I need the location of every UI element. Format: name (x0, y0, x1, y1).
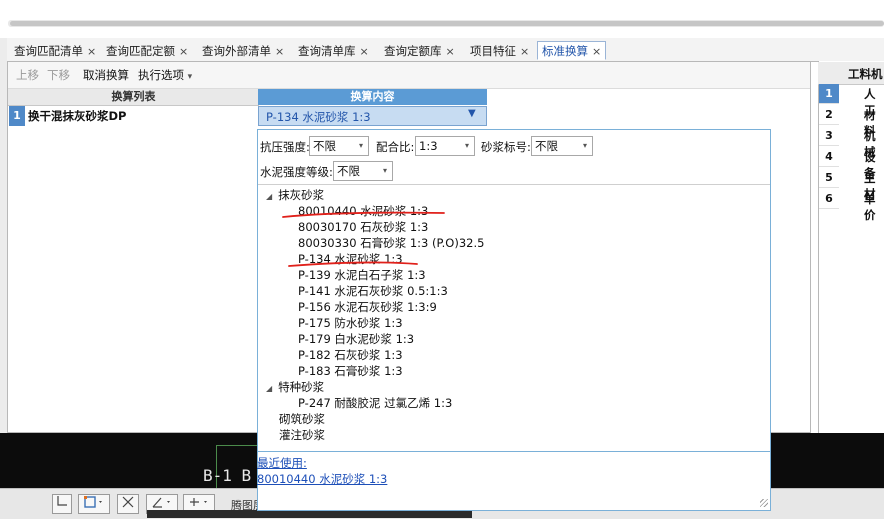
chevron-down-icon: ▾ (187, 72, 193, 82)
right-panel-title: 工料机 (848, 67, 883, 81)
left-margin (0, 38, 7, 478)
cement-grade-label: 水泥强度等级: (260, 165, 333, 179)
tab-standard-conversion[interactable]: 标准换算 × (537, 41, 607, 60)
tree-item[interactable]: P-139 水泥白石子浆 1:3 (298, 268, 426, 283)
tab-project-features[interactable]: 项目特征 × (465, 41, 534, 60)
top-scrollbar-thumb[interactable] (10, 21, 884, 26)
resize-grip-icon[interactable] (760, 499, 768, 507)
chevron-down-icon: ▾ (382, 166, 387, 175)
red-underline-annotation (282, 211, 445, 218)
tree-item[interactable]: P-247 耐酸胶泥 过氯乙烯 1:3 (298, 396, 452, 411)
tab-bar: 查询匹配清单 × 查询匹配定额 × 查询外部清单 × 查询清单库 × 查询定额库 × 项目… (7, 38, 884, 62)
close-icon[interactable]: × (179, 45, 188, 58)
right-row-number[interactable]: 6 (819, 189, 839, 209)
combobox-value: P-134 水泥砂浆 1:3 (266, 110, 371, 124)
mortar-grade-label: 砂浆标号: (481, 140, 531, 154)
chevron-down-icon: ▾ (582, 141, 587, 150)
strength-label: 抗压强度: (260, 140, 310, 154)
dimension-icon (190, 498, 207, 506)
mortar-tree: ◢ 抹灰砂浆 80010440 水泥砂浆 1:3 80030170 石灰砂浆 1:… (258, 185, 770, 452)
bottom-dark-strip (147, 510, 472, 518)
tab-query-external-list[interactable]: 查询外部清单 × (197, 41, 289, 60)
tree-item[interactable]: P-183 石膏砂浆 1:3 (298, 364, 403, 379)
tree-group-masonry-mortar[interactable]: 砌筑砂浆 (279, 412, 325, 427)
orthogonal-icon-svg (57, 496, 67, 506)
collapse-icon[interactable]: ◢ (266, 192, 272, 201)
right-row-number[interactable]: 2 (819, 105, 839, 125)
conversion-item-name[interactable]: 换干混抹灰砂浆DP (28, 106, 256, 126)
top-panel (0, 0, 884, 38)
collapse-icon[interactable]: ◢ (266, 384, 272, 393)
row-number[interactable]: 1 (9, 106, 25, 126)
filter-area: 抗压强度: 不限 ▾ 配合比: 1:3 ▾ 砂浆标号: 不限 ▾ 水泥强度等级: 不限… (258, 130, 770, 185)
dropdown-arrow-icon[interactable]: ▼ (468, 108, 476, 119)
tree-group-grouting-mortar[interactable]: 灌注砂浆 (279, 428, 325, 443)
strength-select[interactable]: 不限 ▾ (309, 136, 369, 156)
column-header-conversion-content: 换算内容 (258, 89, 487, 105)
cancel-conversion-button[interactable]: 取消换算 (83, 67, 129, 83)
recent-used-label: 最近使用: (257, 456, 307, 470)
recent-used-link[interactable]: 80010440 水泥砂浆 1:3 (257, 471, 387, 487)
right-row-number[interactable]: 3 (819, 126, 839, 146)
tree-item[interactable]: P-141 水泥石灰砂浆 0.5:1:3 (298, 284, 448, 299)
close-icon[interactable]: × (446, 45, 455, 58)
ratio-label: 配合比: (376, 140, 415, 154)
tab-query-match-list[interactable]: 查询匹配清单 × (9, 41, 101, 60)
tree-item[interactable]: P-156 水泥石灰砂浆 1:3:9 (298, 300, 437, 315)
tree-group-special-mortar[interactable]: ◢ 特种砂浆 (266, 380, 324, 396)
column-header-conversion-list: 换算列表 (8, 89, 259, 106)
chevron-down-icon: ▾ (464, 141, 469, 150)
red-underline-annotation (288, 261, 418, 267)
snap-box-icon (84, 496, 102, 508)
close-icon[interactable]: × (87, 45, 96, 58)
cross-icon[interactable] (117, 494, 139, 514)
exec-options-button[interactable]: 执行选项 ▾ (138, 67, 192, 83)
mortar-grade-select[interactable]: 不限 ▾ (531, 136, 593, 156)
right-row-number[interactable]: 5 (819, 168, 839, 188)
move-down-button[interactable]: 下移 (47, 67, 70, 83)
cement-grade-select[interactable]: 不限 ▾ (333, 161, 393, 181)
tree-item[interactable]: P-175 防水砂浆 1:3 (298, 316, 403, 331)
tree-item[interactable]: 80030330 石膏砂浆 1:3 (P.O)32.5 (298, 236, 484, 251)
snap-box-button[interactable] (78, 494, 110, 514)
cross-icon-svg (122, 496, 134, 508)
tree-item[interactable]: P-179 白水泥砂浆 1:3 (298, 332, 414, 347)
conversion-toolbar: 上移 下移 取消换算 执行选项 ▾ (8, 62, 810, 89)
close-icon[interactable]: × (360, 45, 369, 58)
tab-query-match-quota[interactable]: 查询匹配定额 × (101, 41, 193, 60)
right-row-number[interactable]: 4 (819, 147, 839, 167)
chevron-down-icon: ▾ (358, 141, 363, 150)
right-row-number[interactable]: 1 (819, 84, 839, 104)
tab-query-list-library[interactable]: 查询清单库 × (293, 41, 374, 60)
angle-icon (152, 497, 170, 508)
close-icon[interactable]: × (275, 45, 284, 58)
right-row-label[interactable]: 单价 (864, 191, 884, 223)
ratio-select[interactable]: 1:3 ▾ (415, 136, 475, 156)
tree-item[interactable]: P-182 石灰砂浆 1:3 (298, 348, 403, 363)
move-up-button[interactable]: 上移 (16, 67, 39, 83)
tree-group-plaster-mortar[interactable]: ◢ 抹灰砂浆 (266, 188, 324, 204)
tree-item[interactable]: 80030170 石灰砂浆 1:3 (298, 220, 428, 235)
close-icon[interactable]: × (520, 45, 529, 58)
close-icon[interactable]: × (592, 45, 601, 58)
orthogonal-icon[interactable] (52, 494, 72, 514)
drawing-label: B-1 B (203, 466, 252, 485)
drawing-line (216, 445, 258, 446)
tab-query-quota-library[interactable]: 查询定额库 × (379, 41, 460, 60)
